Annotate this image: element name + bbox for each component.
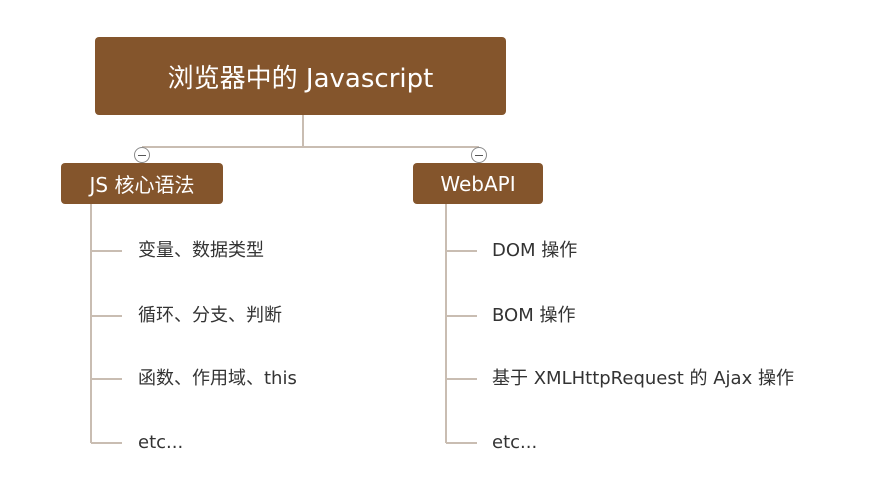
webapi-node[interactable]: WebAPI	[413, 163, 543, 204]
js-core-syntax-node[interactable]: JS 核心语法	[61, 163, 223, 204]
webapi-collapse-icon[interactable]	[471, 147, 487, 163]
webapi-leaf-item[interactable]: DOM 操作	[492, 240, 577, 262]
webapi-leaf-item[interactable]: etc...	[492, 432, 537, 454]
js-leaf-item[interactable]: 循环、分支、判断	[138, 305, 282, 327]
root-node[interactable]: 浏览器中的 Javascript	[95, 37, 506, 115]
js-collapse-icon[interactable]	[134, 147, 150, 163]
js-leaf-item[interactable]: 函数、作用域、this	[138, 368, 297, 390]
root-node-label: 浏览器中的 Javascript	[167, 63, 434, 94]
webapi-leaf-item[interactable]: BOM 操作	[492, 305, 575, 327]
webapi-label: WebAPI	[440, 171, 516, 196]
webapi-leaf-item[interactable]: 基于 XMLHttpRequest 的 Ajax 操作	[492, 368, 794, 390]
js-leaf-item[interactable]: etc...	[138, 432, 183, 454]
js-core-syntax-label: JS 核心语法	[89, 173, 195, 197]
js-leaf-item[interactable]: 变量、数据类型	[138, 240, 264, 262]
